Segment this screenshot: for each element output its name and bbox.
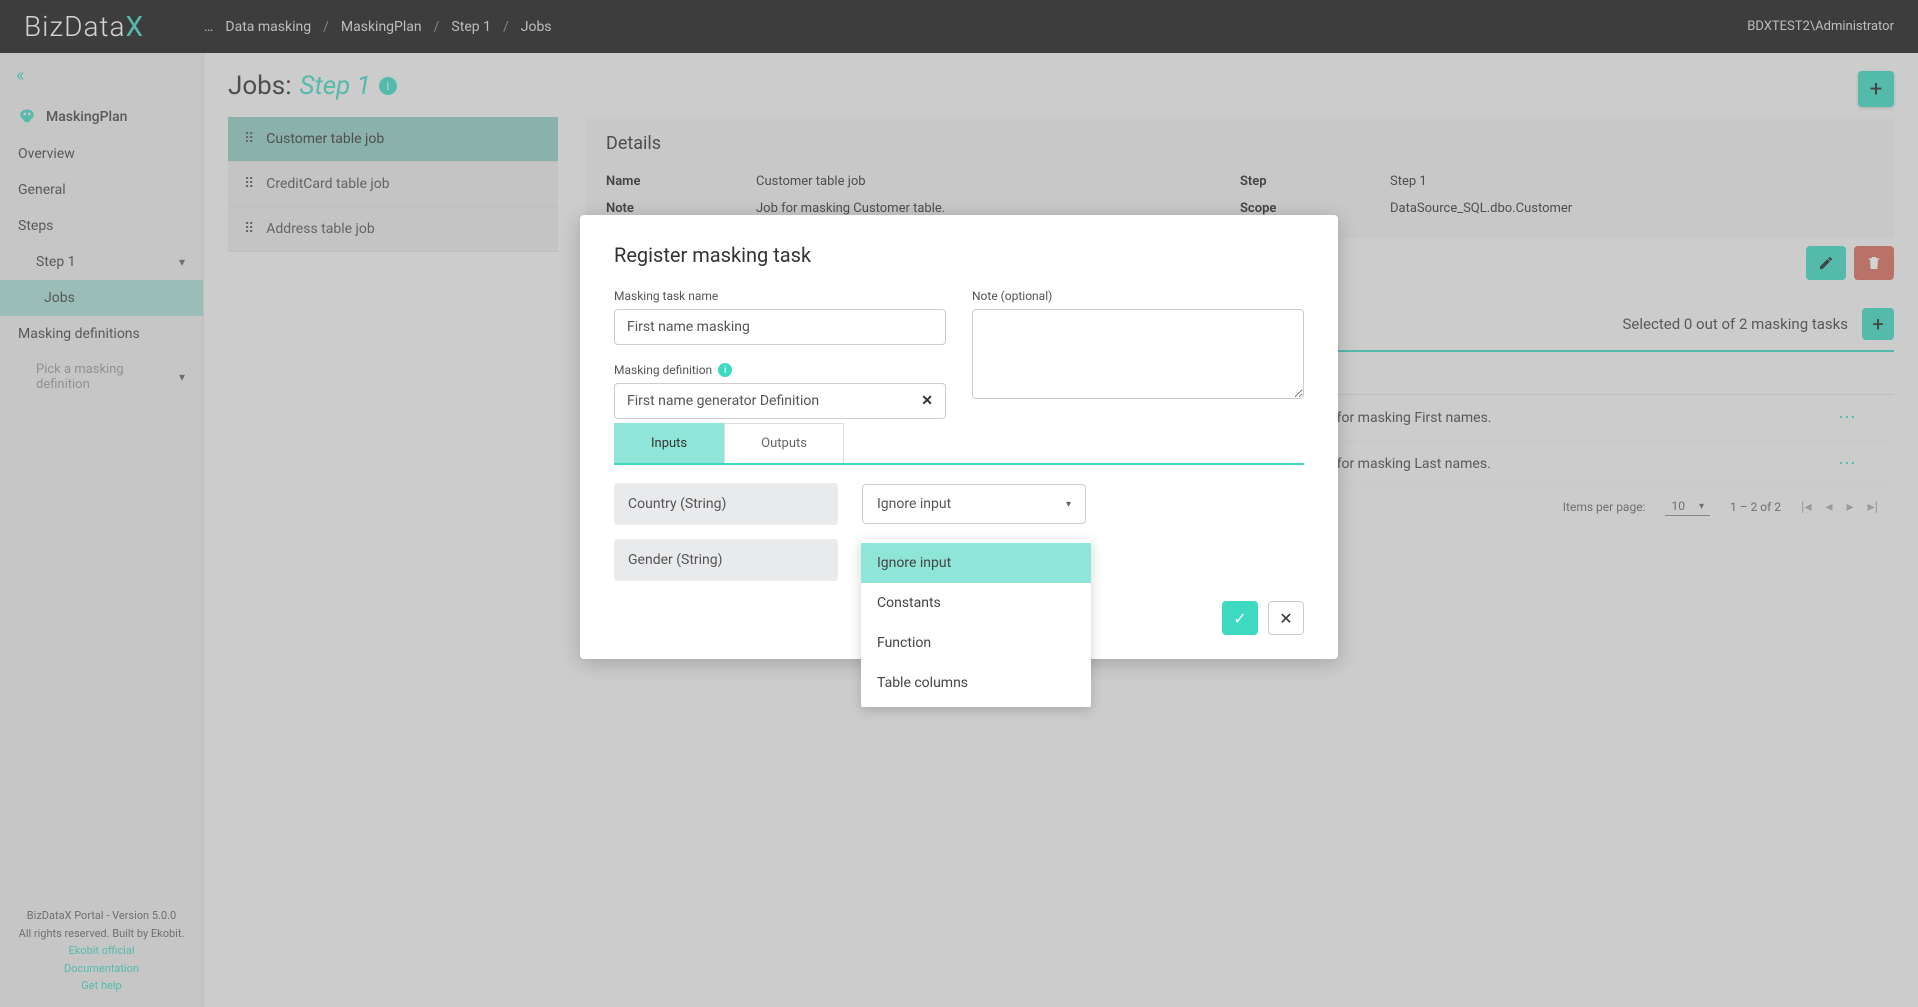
field-label-def: Masking definition i: [614, 363, 946, 377]
modal-tabs: Inputs Outputs: [614, 423, 1304, 465]
dropdown-option[interactable]: Ignore input: [861, 543, 1091, 583]
cancel-button[interactable]: ✕: [1268, 601, 1304, 635]
inputs-grid: Country (String) Ignore input ▾ Gender (…: [614, 483, 1304, 581]
field-label-def-text: Masking definition: [614, 363, 712, 377]
input-row: Gender (String) Ignore input ▾ Ignore in…: [614, 539, 1304, 581]
modal-title: Register masking task: [614, 243, 1304, 267]
input-select-value: Ignore input: [877, 496, 951, 512]
input-row: Country (String) Ignore input ▾: [614, 483, 1304, 525]
modal-overlay[interactable]: Register masking task Masking task name …: [0, 0, 1918, 1007]
input-param-country: Country (String): [614, 483, 838, 525]
task-name-input[interactable]: [614, 309, 946, 345]
input-select-country[interactable]: Ignore input ▾: [862, 484, 1086, 524]
dropdown-option[interactable]: Constants: [861, 583, 1091, 623]
caret-icon: ▾: [1066, 499, 1071, 510]
masking-def-combo[interactable]: First name generator Definition ✕: [614, 383, 946, 419]
field-label-name: Masking task name: [614, 289, 946, 303]
field-label-note: Note (optional): [972, 289, 1304, 303]
clear-icon[interactable]: ✕: [921, 393, 933, 409]
dropdown-option[interactable]: Function: [861, 623, 1091, 663]
input-param-gender: Gender (String): [614, 539, 838, 581]
tab-outputs[interactable]: Outputs: [724, 423, 844, 463]
tab-inputs[interactable]: Inputs: [614, 423, 724, 463]
info-icon[interactable]: i: [718, 363, 732, 377]
masking-def-value: First name generator Definition: [627, 393, 819, 409]
dropdown-option[interactable]: Table columns: [861, 663, 1091, 703]
confirm-button[interactable]: ✓: [1222, 601, 1258, 635]
register-task-modal: Register masking task Masking task name …: [580, 215, 1338, 659]
task-note-textarea[interactable]: [972, 309, 1304, 399]
input-type-dropdown: Ignore input Constants Function Table co…: [861, 539, 1091, 707]
